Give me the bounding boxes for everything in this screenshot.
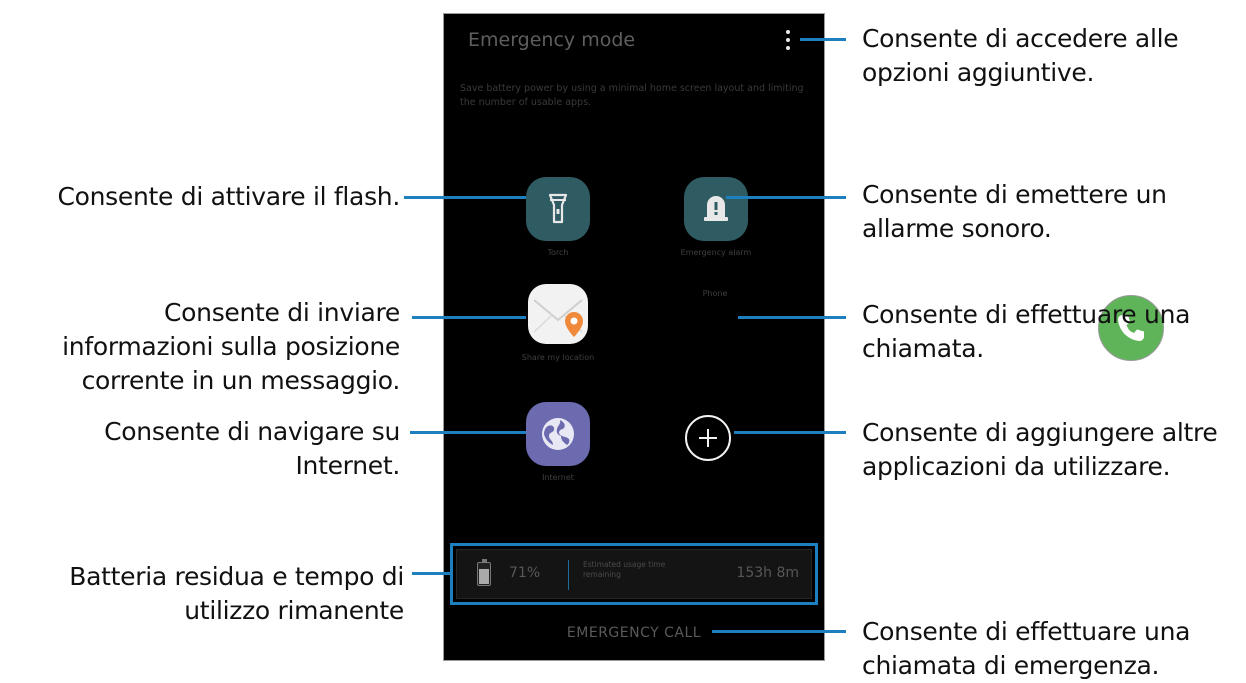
mail-location-icon [526,282,590,346]
emergency-call-button[interactable]: EMERGENCY CALL [444,625,824,641]
plus-icon [699,429,717,447]
torch-app[interactable]: Torch [498,177,618,258]
leader-line-options [800,38,846,41]
leader-line-call [738,316,846,319]
battery-info-panel: 71% Estimated usage time remaining 153h … [456,549,812,599]
annotation-emergency: Consente di effettuare una chiamata di e… [862,617,1191,680]
battery-percent: 71% [509,565,541,581]
leader-line-location [412,316,526,319]
screen-description: Save battery power by using a minimal ho… [460,83,804,108]
more-options-icon[interactable] [785,30,791,50]
annotation-internet: Consente di navigare su Internet. [104,417,400,480]
alarm-icon [684,177,748,241]
battery-highlight: 71% Estimated usage time remaining 153h … [450,543,818,605]
remaining-time: 153h 8m [736,565,799,581]
annotation-location: Consente di inviare informazioni sulla p… [62,298,400,395]
annotation-battery: Batteria residua e tempo di utilizzo rim… [69,562,404,625]
estimated-usage-label: Estimated usage time remaining [583,560,666,579]
leader-line-add [734,431,846,434]
annotation-call: Consente di effettuare una chiamata. [862,300,1191,363]
leader-line-flash [404,196,526,199]
screen-title: Emergency mode [468,29,636,51]
battery-divider [568,560,569,590]
share-location-app[interactable]: Share my location [498,282,618,363]
leader-line-battery [412,572,450,575]
internet-label: Internet [542,473,574,482]
annotation-flash: Consente di attivare il flash. [57,182,400,211]
phone-label: Phone [702,289,728,298]
annotation-alarm: Consente di emettere un allarme sonoro. [862,180,1167,243]
battery-icon [477,559,491,586]
alarm-label: Emergency alarm [680,248,752,257]
torch-icon [526,177,590,241]
add-app-button[interactable] [685,415,731,461]
share-location-label: Share my location [521,353,595,362]
leader-line-internet [410,431,526,434]
torch-label: Torch [547,248,569,257]
emergency-alarm-app[interactable]: Emergency alarm [656,177,776,258]
internet-app[interactable]: Internet [498,402,618,483]
leader-line-emergency [712,630,846,633]
phone-screen: Emergency mode Save battery power by usi… [443,13,1164,661]
leader-line-alarm [726,196,846,199]
annotation-options: Consente di accedere alle opzioni aggiun… [862,24,1179,87]
globe-icon [526,402,590,466]
annotation-add: Consente di aggiungere altre applicazion… [862,418,1218,481]
phone-app[interactable]: Phone [655,282,1164,361]
